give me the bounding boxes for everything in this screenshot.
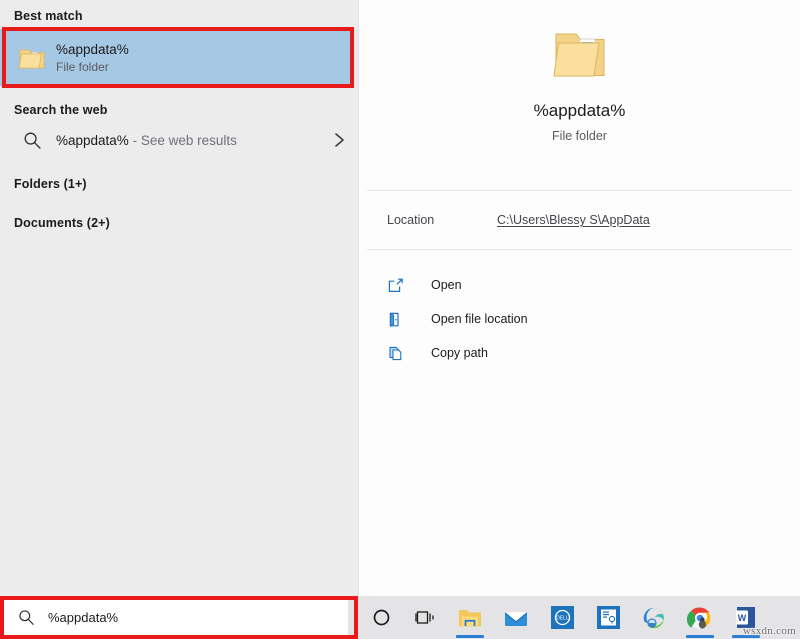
action-open-file-location[interactable]: Open file location: [359, 302, 800, 336]
results-pane: Best match: [0, 0, 359, 596]
action-copy-path-label: Copy path: [431, 346, 488, 360]
taskbar-app-microsoft-word[interactable]: W: [723, 596, 769, 639]
best-match-result-row[interactable]: %appdata% File folder: [0, 29, 352, 86]
search-icon: [4, 609, 48, 626]
best-match-text: %appdata% File folder: [56, 41, 129, 75]
open-external-icon: [387, 277, 417, 294]
search-input[interactable]: %appdata%: [4, 600, 348, 635]
taskbar-app-office-translator[interactable]: [585, 596, 631, 639]
running-indicator: [686, 635, 714, 638]
action-open-label: Open: [431, 278, 462, 292]
running-indicator: [732, 635, 760, 638]
task-view-icon[interactable]: [403, 596, 447, 639]
location-row: Location C:\Users\Blessy S\AppData: [359, 191, 800, 249]
preview-subtitle: File folder: [552, 129, 607, 143]
best-match-subtitle: File folder: [56, 59, 129, 75]
web-result-query: %appdata%: [56, 133, 129, 148]
preview-pane: %appdata% File folder Location C:\Users\…: [359, 0, 800, 596]
search-icon: [8, 131, 56, 150]
taskbar-app-google-chrome[interactable]: [677, 596, 723, 639]
cortana-circle-icon[interactable]: [359, 596, 403, 639]
taskbar-app-dell[interactable]: DELL: [539, 596, 585, 639]
best-match-row-wrapper: %appdata% File folder: [0, 29, 358, 86]
copy-path-icon: [387, 345, 417, 362]
search-flyout: Best match: [0, 0, 800, 596]
svg-text:W: W: [738, 613, 747, 623]
chevron-right-icon[interactable]: [333, 132, 346, 148]
taskbar-search-wrapper: %appdata%: [0, 596, 359, 639]
documents-header[interactable]: Documents (2+): [0, 216, 358, 230]
folder-icon-large: [549, 26, 611, 89]
action-list: Open Open file location: [359, 250, 800, 370]
web-result-suffix: - See web results: [133, 133, 237, 148]
location-link[interactable]: C:\Users\Blessy S\AppData: [497, 213, 650, 227]
taskbar-app-file-explorer[interactable]: [447, 596, 493, 639]
preview-hero: %appdata% File folder: [359, 0, 800, 190]
open-file-location-icon: [387, 311, 417, 328]
taskbar-tray: DELL: [359, 596, 769, 639]
web-result-label: %appdata% - See web results: [56, 133, 333, 148]
preview-title: %appdata%: [534, 101, 626, 121]
taskbar-app-microsoft-edge[interactable]: [631, 596, 677, 639]
folder-icon: [8, 43, 56, 73]
best-match-title: %appdata%: [56, 41, 129, 58]
search-input-value: %appdata%: [48, 610, 118, 625]
location-label: Location: [387, 213, 497, 227]
windows-search-screen: Best match: [0, 0, 800, 639]
action-open-file-location-label: Open file location: [431, 312, 528, 326]
taskbar-app-mail[interactable]: [493, 596, 539, 639]
action-open[interactable]: Open: [359, 268, 800, 302]
action-copy-path[interactable]: Copy path: [359, 336, 800, 370]
search-the-web-header: Search the web: [0, 103, 358, 117]
folders-header[interactable]: Folders (1+): [0, 177, 358, 191]
running-indicator: [456, 635, 484, 638]
svg-text:DELL: DELL: [556, 616, 569, 622]
web-result-row[interactable]: %appdata% - See web results: [0, 121, 358, 159]
taskbar: %appdata%: [0, 596, 800, 639]
best-match-header: Best match: [0, 0, 358, 23]
